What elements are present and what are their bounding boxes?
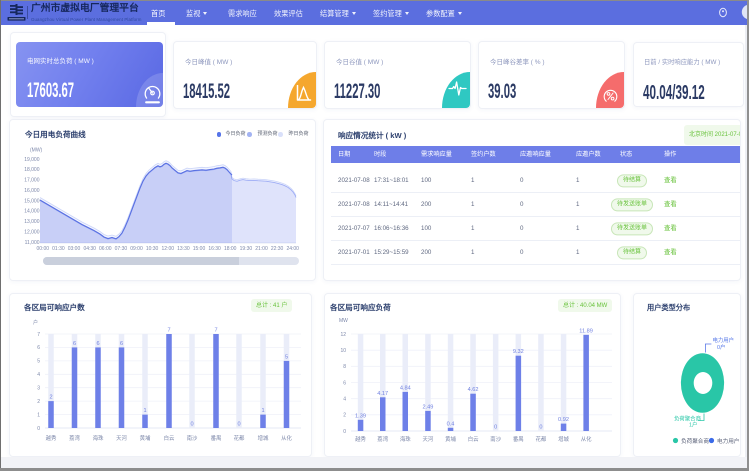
svg-text:9.32: 9.32 [513, 349, 524, 355]
svg-text:番禺: 番禺 [211, 435, 222, 442]
svg-text:14,000: 14,000 [24, 209, 40, 215]
svg-text:4.62: 4.62 [468, 387, 479, 393]
svg-text:番禺: 番禺 [513, 436, 524, 443]
svg-text:荔湾: 荔湾 [69, 434, 80, 442]
svg-text:13:30: 13:30 [177, 246, 190, 252]
svg-text:15:00: 15:00 [193, 246, 206, 252]
svg-text:1: 1 [143, 408, 146, 414]
svg-text:0.4: 0.4 [447, 421, 455, 427]
svg-text:4.84: 4.84 [400, 385, 411, 391]
svg-text:4: 4 [37, 372, 40, 378]
svg-text:0: 0 [237, 422, 240, 428]
svg-text:01:30: 01:30 [52, 246, 65, 252]
svg-text:0: 0 [494, 425, 497, 431]
svg-text:17,000: 17,000 [24, 178, 40, 184]
svg-text:负荷聚合商: 负荷聚合商 [674, 415, 702, 423]
svg-text:22:30: 22:30 [271, 246, 284, 252]
svg-text:00:00: 00:00 [37, 246, 50, 252]
svg-text:12:00: 12:00 [162, 246, 175, 252]
svg-text:电力用户: 电力用户 [713, 336, 735, 344]
svg-text:4: 4 [343, 397, 346, 403]
svg-text:2: 2 [49, 395, 52, 401]
svg-text:6: 6 [37, 345, 40, 351]
svg-text:06:00: 06:00 [99, 246, 112, 252]
svg-text:电力用户: 电力用户 [717, 437, 739, 445]
svg-text:天河: 天河 [116, 434, 127, 442]
svg-text:19:30: 19:30 [240, 246, 253, 252]
svg-text:负荷聚合商: 负荷聚合商 [681, 437, 709, 445]
svg-text:1: 1 [37, 412, 40, 418]
svg-text:6: 6 [96, 341, 99, 347]
svg-text:0户: 0户 [717, 343, 725, 351]
svg-text:4.17: 4.17 [377, 391, 388, 397]
svg-text:花都: 花都 [234, 434, 245, 442]
svg-text:21:00: 21:00 [255, 246, 268, 252]
svg-text:海珠: 海珠 [93, 434, 104, 442]
svg-text:花都: 花都 [536, 435, 547, 443]
svg-text:16:30: 16:30 [208, 246, 221, 252]
svg-text:黄埔: 黄埔 [140, 434, 151, 442]
svg-text:0: 0 [37, 426, 40, 432]
svg-text:南沙: 南沙 [187, 434, 198, 442]
svg-text:10:30: 10:30 [146, 246, 159, 252]
svg-text:12: 12 [340, 332, 346, 338]
svg-text:3: 3 [37, 386, 40, 392]
svg-text:11.89: 11.89 [579, 328, 593, 334]
svg-text:0: 0 [190, 422, 193, 428]
svg-text:03:00: 03:00 [68, 246, 81, 252]
svg-text:1户: 1户 [689, 421, 697, 429]
svg-text:7: 7 [167, 328, 170, 334]
svg-text:12,000: 12,000 [24, 229, 40, 235]
svg-text:天河: 天河 [423, 435, 434, 443]
svg-text:白云: 白云 [468, 435, 479, 443]
svg-text:07:30: 07:30 [115, 246, 128, 252]
svg-text:MW: MW [339, 318, 348, 324]
svg-text:0.92: 0.92 [558, 417, 569, 423]
svg-text:6: 6 [120, 341, 123, 347]
svg-text:16,000: 16,000 [24, 188, 40, 194]
svg-text:11,000: 11,000 [25, 240, 40, 246]
svg-text:19,000: 19,000 [24, 157, 40, 163]
svg-text:2: 2 [37, 399, 40, 405]
svg-text:8: 8 [343, 364, 346, 370]
svg-text:荔湾: 荔湾 [377, 435, 388, 443]
svg-text:18:00: 18:00 [224, 246, 237, 252]
svg-text:15,000: 15,000 [24, 198, 40, 204]
svg-text:09:00: 09:00 [130, 246, 143, 252]
svg-text:越秀: 越秀 [46, 434, 57, 442]
svg-text:户: 户 [33, 319, 38, 326]
svg-text:越秀: 越秀 [355, 435, 366, 443]
svg-text:5: 5 [285, 354, 288, 360]
svg-text:7: 7 [214, 328, 217, 334]
svg-text:24:00: 24:00 [286, 246, 299, 252]
svg-text:从化: 从化 [581, 435, 592, 443]
svg-text:0: 0 [343, 429, 346, 435]
svg-text:黄埔: 黄埔 [445, 435, 456, 443]
svg-text:13,000: 13,000 [24, 219, 40, 225]
svg-text:6: 6 [73, 341, 76, 347]
svg-text:增城: 增城 [258, 434, 269, 442]
svg-text:(MW): (MW) [30, 148, 43, 154]
svg-text:5: 5 [37, 359, 40, 365]
svg-text:增城: 增城 [558, 435, 569, 443]
svg-text:南沙: 南沙 [490, 435, 501, 443]
svg-text:1.39: 1.39 [355, 413, 366, 419]
svg-text:白云: 白云 [164, 434, 175, 442]
svg-text:2.49: 2.49 [422, 404, 433, 410]
svg-text:2: 2 [343, 413, 346, 419]
svg-text:10: 10 [340, 348, 346, 354]
svg-text:6: 6 [343, 380, 346, 386]
svg-text:7: 7 [37, 332, 40, 338]
svg-text:18,000: 18,000 [24, 167, 40, 173]
svg-text:从化: 从化 [281, 434, 292, 442]
svg-text:1: 1 [261, 408, 264, 414]
svg-text:0: 0 [539, 425, 542, 431]
svg-text:04:30: 04:30 [83, 246, 96, 252]
svg-text:海珠: 海珠 [400, 435, 411, 443]
